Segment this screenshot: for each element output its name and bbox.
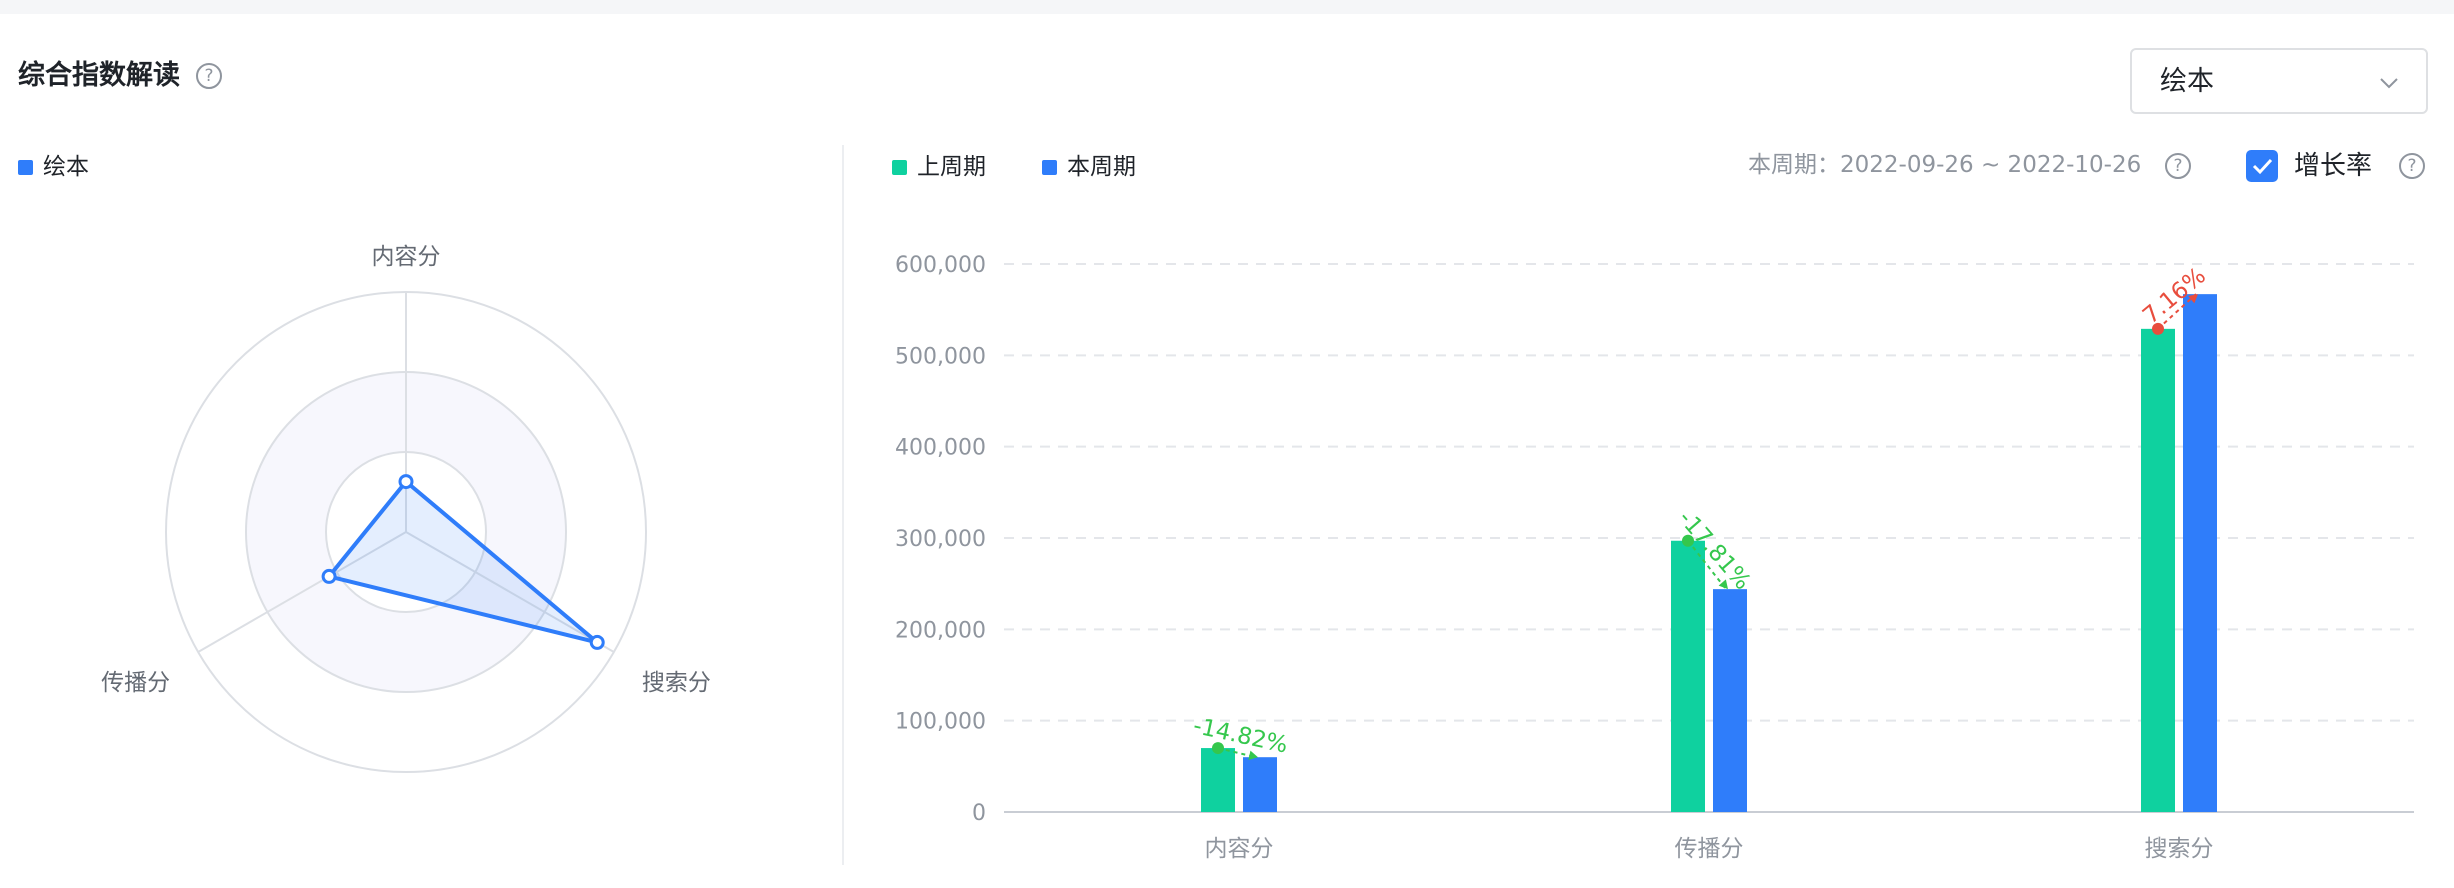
y-tick-label: 600,000	[895, 253, 986, 278]
x-tick-label: 内容分	[1205, 836, 1274, 862]
page-title: 综合指数解读	[18, 60, 180, 91]
chevron-down-icon	[2380, 78, 2398, 89]
bar-previous	[1201, 748, 1235, 812]
question-circle-icon[interactable]: ?	[196, 63, 222, 89]
radar-point	[589, 634, 605, 650]
bar-current	[1713, 589, 1747, 812]
radar-point	[398, 474, 414, 490]
bar-chart: 0 100,000 200,000 300,000 400,000 500,000 600,…	[895, 253, 2414, 862]
y-tick-label: 400,000	[895, 436, 986, 461]
radar-indicator-label: 搜索分	[642, 670, 711, 696]
y-tick-label: 0	[972, 801, 986, 826]
y-tick-label: 200,000	[895, 618, 986, 643]
select-value: 绘本	[2160, 66, 2214, 97]
y-tick-label: 100,000	[895, 710, 986, 735]
radar-indicator-label: 内容分	[372, 244, 441, 270]
radar-point	[321, 568, 337, 584]
x-tick-label: 搜索分	[2145, 836, 2214, 862]
bar-current	[2183, 294, 2217, 812]
radar-indicator-label: 传播分	[101, 670, 170, 696]
category-select[interactable]: 绘本	[2130, 48, 2428, 114]
bar-previous	[1671, 540, 1705, 812]
bar-current	[1243, 757, 1277, 812]
y-tick-label: 500,000	[895, 344, 986, 369]
x-tick-label: 传播分	[1675, 836, 1744, 862]
y-tick-label: 300,000	[895, 527, 986, 552]
radar-chart: 内容分传播分 搜索分	[101, 244, 711, 773]
top-strip	[0, 0, 2454, 14]
bar-previous	[2141, 328, 2175, 812]
